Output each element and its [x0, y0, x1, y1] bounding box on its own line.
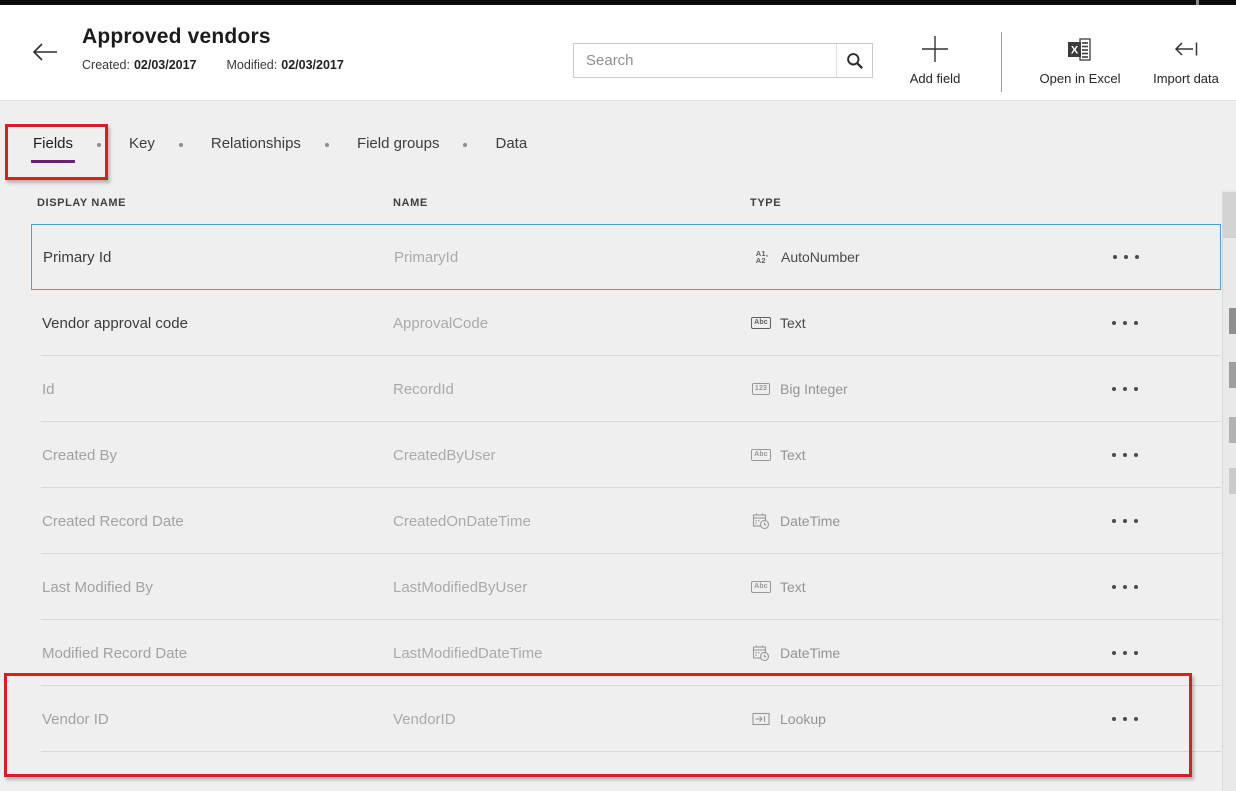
entity-tabs: Fields Key Relationships Field groups Da…: [0, 125, 527, 161]
row-actions-button[interactable]: [1097, 381, 1153, 397]
modified-value: 02/03/2017: [281, 58, 344, 72]
tab-fields[interactable]: Fields: [33, 135, 73, 152]
excel-icon: X: [1066, 31, 1094, 67]
plus-icon: [919, 31, 951, 67]
import-data-button[interactable]: Import data: [1133, 31, 1236, 86]
field-name: ApprovalCode: [393, 315, 488, 332]
row-actions-button[interactable]: [1097, 513, 1153, 529]
back-arrow-icon: [30, 40, 64, 64]
field-name: RecordId: [393, 381, 454, 398]
scrollbar-mark: [1229, 468, 1236, 494]
datetime-icon: [750, 644, 772, 662]
table-row[interactable]: Primary Id PrimaryId A1,A2 AutoNumber: [31, 224, 1221, 290]
fields-table-body: Primary Id PrimaryId A1,A2 AutoNumber Ve…: [31, 224, 1221, 752]
tab-separator-dot: [463, 143, 467, 147]
scrollbar-mark: [1229, 362, 1236, 388]
field-type: A1,A2 AutoNumber: [751, 249, 860, 265]
back-button[interactable]: [30, 37, 64, 67]
toolbar-divider: [1001, 32, 1002, 92]
row-actions-button[interactable]: [1097, 579, 1153, 595]
scrollbar-mark: [1229, 308, 1236, 334]
table-row[interactable]: Last Modified By LastModifiedByUser Abc …: [31, 554, 1221, 620]
search-button[interactable]: [836, 44, 872, 77]
row-actions-button[interactable]: [1097, 711, 1153, 727]
open-in-excel-button[interactable]: X Open in Excel: [1025, 31, 1135, 86]
field-display-name: Vendor approval code: [42, 315, 188, 332]
column-header-name: NAME: [393, 197, 428, 209]
vertical-scrollbar[interactable]: [1222, 190, 1236, 791]
svg-text:X: X: [1071, 44, 1079, 56]
add-field-button[interactable]: Add field: [880, 31, 990, 86]
table-row[interactable]: Created Record Date CreatedOnDateTime Da…: [31, 488, 1221, 554]
search-icon: [845, 51, 865, 71]
field-type: DateTime: [750, 644, 840, 662]
field-type: Abc Text: [750, 447, 806, 463]
table-row[interactable]: Modified Record Date LastModifiedDateTim…: [31, 620, 1221, 686]
table-row[interactable]: Vendor approval code ApprovalCode Abc Te…: [31, 290, 1221, 356]
text-icon: Abc: [750, 317, 772, 329]
tab-separator-dot: [179, 143, 183, 147]
field-type: DateTime: [750, 512, 840, 530]
table-row[interactable]: Vendor ID VendorID Lookup: [31, 686, 1221, 752]
field-name: CreatedOnDateTime: [393, 513, 531, 530]
created-label: Created:: [82, 58, 130, 72]
field-display-name: Modified Record Date: [42, 645, 187, 662]
created-value: 02/03/2017: [134, 58, 197, 72]
entity-meta: Created: 02/03/2017 Modified: 02/03/2017: [82, 58, 344, 72]
table-column-headers: DISPLAY NAME NAME TYPE: [0, 197, 1236, 217]
text-icon: Abc: [750, 581, 772, 593]
column-header-display-name: DISPLAY NAME: [37, 197, 126, 209]
autonumber-icon: A1,A2: [751, 250, 773, 265]
field-name: PrimaryId: [394, 249, 458, 266]
field-name: VendorID: [393, 711, 456, 728]
table-row[interactable]: Created By CreatedByUser Abc Text: [31, 422, 1221, 488]
big-integer-icon: 123: [750, 383, 772, 395]
table-row[interactable]: Id RecordId 123 Big Integer: [31, 356, 1221, 422]
row-actions-button[interactable]: [1098, 249, 1154, 265]
row-actions-button[interactable]: [1097, 645, 1153, 661]
add-field-label: Add field: [910, 71, 961, 86]
scrollbar-thumb[interactable]: [1223, 192, 1236, 238]
field-type: Lookup: [750, 711, 826, 727]
search-input[interactable]: [574, 44, 836, 77]
import-data-label: Import data: [1153, 71, 1219, 86]
text-icon: Abc: [750, 449, 772, 461]
lookup-icon: [750, 712, 772, 726]
field-display-name: Vendor ID: [42, 711, 109, 728]
tab-separator-dot: [325, 143, 329, 147]
field-name: CreatedByUser: [393, 447, 496, 464]
field-type: 123 Big Integer: [750, 381, 848, 397]
row-actions-button[interactable]: [1097, 447, 1153, 463]
tab-field-groups[interactable]: Field groups: [357, 135, 440, 152]
field-display-name: Primary Id: [43, 249, 111, 266]
column-header-type: TYPE: [750, 197, 781, 209]
tab-data[interactable]: Data: [495, 135, 527, 152]
datetime-icon: [750, 512, 772, 530]
field-display-name: Created By: [42, 447, 117, 464]
field-display-name: Created Record Date: [42, 513, 184, 530]
import-arrow-icon: [1172, 31, 1200, 67]
page-title: Approved vendors: [82, 25, 344, 49]
row-actions-button[interactable]: [1097, 315, 1153, 331]
entity-content: Fields Key Relationships Field groups Da…: [0, 101, 1236, 791]
field-type: Abc Text: [750, 315, 806, 331]
search-box: [573, 43, 873, 78]
title-block: Approved vendors Created: 02/03/2017 Mod…: [82, 25, 344, 72]
tab-key[interactable]: Key: [129, 135, 155, 152]
scrollbar-mark: [1229, 417, 1236, 443]
field-name: LastModifiedDateTime: [393, 645, 543, 662]
field-display-name: Id: [42, 381, 55, 398]
field-type: Abc Text: [750, 579, 806, 595]
modified-label: Modified:: [227, 58, 278, 72]
tab-separator-dot: [97, 143, 101, 147]
field-display-name: Last Modified By: [42, 579, 153, 596]
entity-header: Approved vendors Created: 02/03/2017 Mod…: [0, 5, 1236, 101]
field-name: LastModifiedByUser: [393, 579, 527, 596]
tab-relationships[interactable]: Relationships: [211, 135, 301, 152]
open-in-excel-label: Open in Excel: [1040, 71, 1121, 86]
